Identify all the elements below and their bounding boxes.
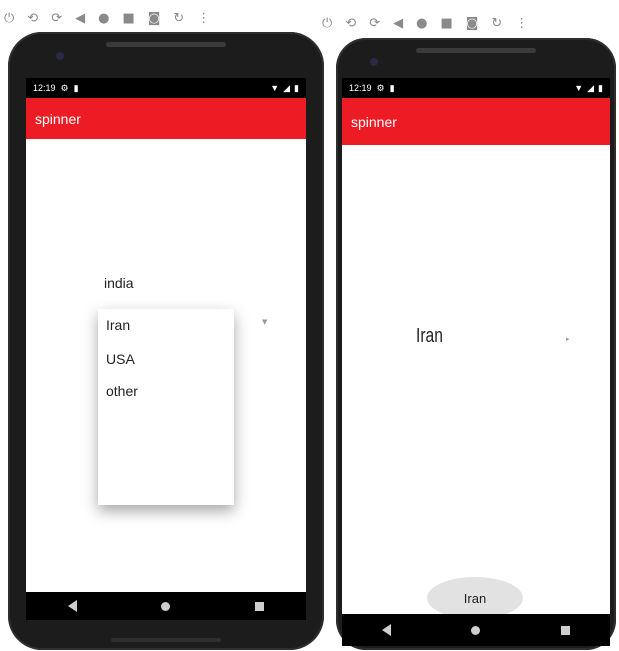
spinner-option-usa[interactable]: USA xyxy=(106,351,135,367)
navigation-bar xyxy=(26,592,306,620)
status-bar: 12:19 ⚙ ▮ ▼ ◢ ▮ xyxy=(342,78,610,98)
spinner-selected-value[interactable]: Iran xyxy=(416,325,443,348)
sdcard-status-icon: ▮ xyxy=(73,82,79,93)
spinner-option-india[interactable]: india xyxy=(104,275,134,291)
power-icon[interactable]: ⏻ xyxy=(4,12,14,25)
spinner-option-other[interactable]: other xyxy=(106,383,138,399)
speaker-grille xyxy=(106,42,226,47)
camera-icon[interactable]: ◙ xyxy=(148,12,161,25)
nav-home-icon[interactable] xyxy=(161,601,171,611)
app-title: spinner xyxy=(351,113,397,130)
settings-status-icon: ⚙ xyxy=(60,82,69,93)
settings-status-icon: ⚙ xyxy=(376,82,385,93)
speaker-grille xyxy=(416,48,536,53)
device-screen-right: 12:19 ⚙ ▮ ▼ ◢ ▮ spinner Iran ▸ Iran xyxy=(342,78,610,646)
back-icon[interactable]: ◀ xyxy=(75,12,85,25)
wifi-icon: ▼ xyxy=(270,83,280,93)
battery-icon: ▮ xyxy=(598,82,603,93)
device-screen-left: 12:19 ⚙ ▮ ▼ ◢ ▮ spinner india ▼ Iran USA… xyxy=(26,78,306,620)
nav-back-icon[interactable] xyxy=(382,624,392,636)
more-icon[interactable]: ⋮ xyxy=(197,12,210,25)
more-icon[interactable]: ⋮ xyxy=(515,17,528,30)
status-time: 12:19 xyxy=(33,83,56,93)
nav-back-icon[interactable] xyxy=(68,600,78,612)
bottom-speaker-grille xyxy=(111,638,221,642)
status-time: 12:19 xyxy=(349,83,372,93)
back-icon[interactable]: ◀ xyxy=(393,17,403,30)
sdcard-status-icon: ▮ xyxy=(389,82,395,93)
rotate-left-icon[interactable]: ⟲ xyxy=(345,17,356,30)
emulator-toolbar-right: ⏻ ⟲ ⟳ ◀ ● ■ ◙ ↻ ⋮ xyxy=(322,8,528,38)
overview-icon[interactable]: ■ xyxy=(122,12,134,25)
navigation-bar xyxy=(342,614,610,646)
nav-home-icon[interactable] xyxy=(471,625,481,635)
power-icon[interactable]: ⏻ xyxy=(322,17,332,30)
app-bar: spinner xyxy=(26,98,306,139)
app-bar: spinner xyxy=(342,98,610,145)
front-camera-icon xyxy=(370,58,378,66)
rotate-left-icon[interactable]: ⟲ xyxy=(27,12,38,25)
spinner-arrow-icon[interactable]: ▼ xyxy=(262,318,267,326)
phone-frame-left: 12:19 ⚙ ▮ ▼ ◢ ▮ spinner india ▼ Iran USA… xyxy=(8,32,324,650)
signal-icon: ◢ xyxy=(587,82,595,93)
replay-icon[interactable]: ↻ xyxy=(491,17,502,30)
emulator-toolbar-left: ⏻ ⟲ ⟳ ◀ ● ■ ◙ ↻ ⋮ xyxy=(4,3,210,33)
home-icon[interactable]: ● xyxy=(416,17,427,30)
overview-icon[interactable]: ■ xyxy=(440,17,452,30)
spinner-option-iran[interactable]: Iran xyxy=(106,317,130,333)
phone-frame-right: 12:19 ⚙ ▮ ▼ ◢ ▮ spinner Iran ▸ Iran xyxy=(336,38,616,650)
spinner-dropdown[interactable]: Iran USA other xyxy=(98,309,234,505)
status-bar: 12:19 ⚙ ▮ ▼ ◢ ▮ xyxy=(26,78,306,98)
wifi-icon: ▼ xyxy=(574,83,584,93)
button-label: Iran xyxy=(463,590,487,606)
replay-icon[interactable]: ↻ xyxy=(173,12,184,25)
camera-icon[interactable]: ◙ xyxy=(466,17,479,30)
rotate-right-icon[interactable]: ⟳ xyxy=(369,17,380,30)
spinner-arrow-icon[interactable]: ▸ xyxy=(566,335,570,343)
signal-icon: ◢ xyxy=(283,82,291,93)
rotate-right-icon[interactable]: ⟳ xyxy=(51,12,62,25)
nav-recents-icon[interactable] xyxy=(254,601,264,611)
home-icon[interactable]: ● xyxy=(98,12,109,25)
front-camera-icon xyxy=(56,52,64,60)
nav-recents-icon[interactable] xyxy=(560,625,570,635)
show-selection-button[interactable]: Iran xyxy=(427,577,523,619)
app-title: spinner xyxy=(35,110,81,127)
battery-icon: ▮ xyxy=(294,82,299,93)
